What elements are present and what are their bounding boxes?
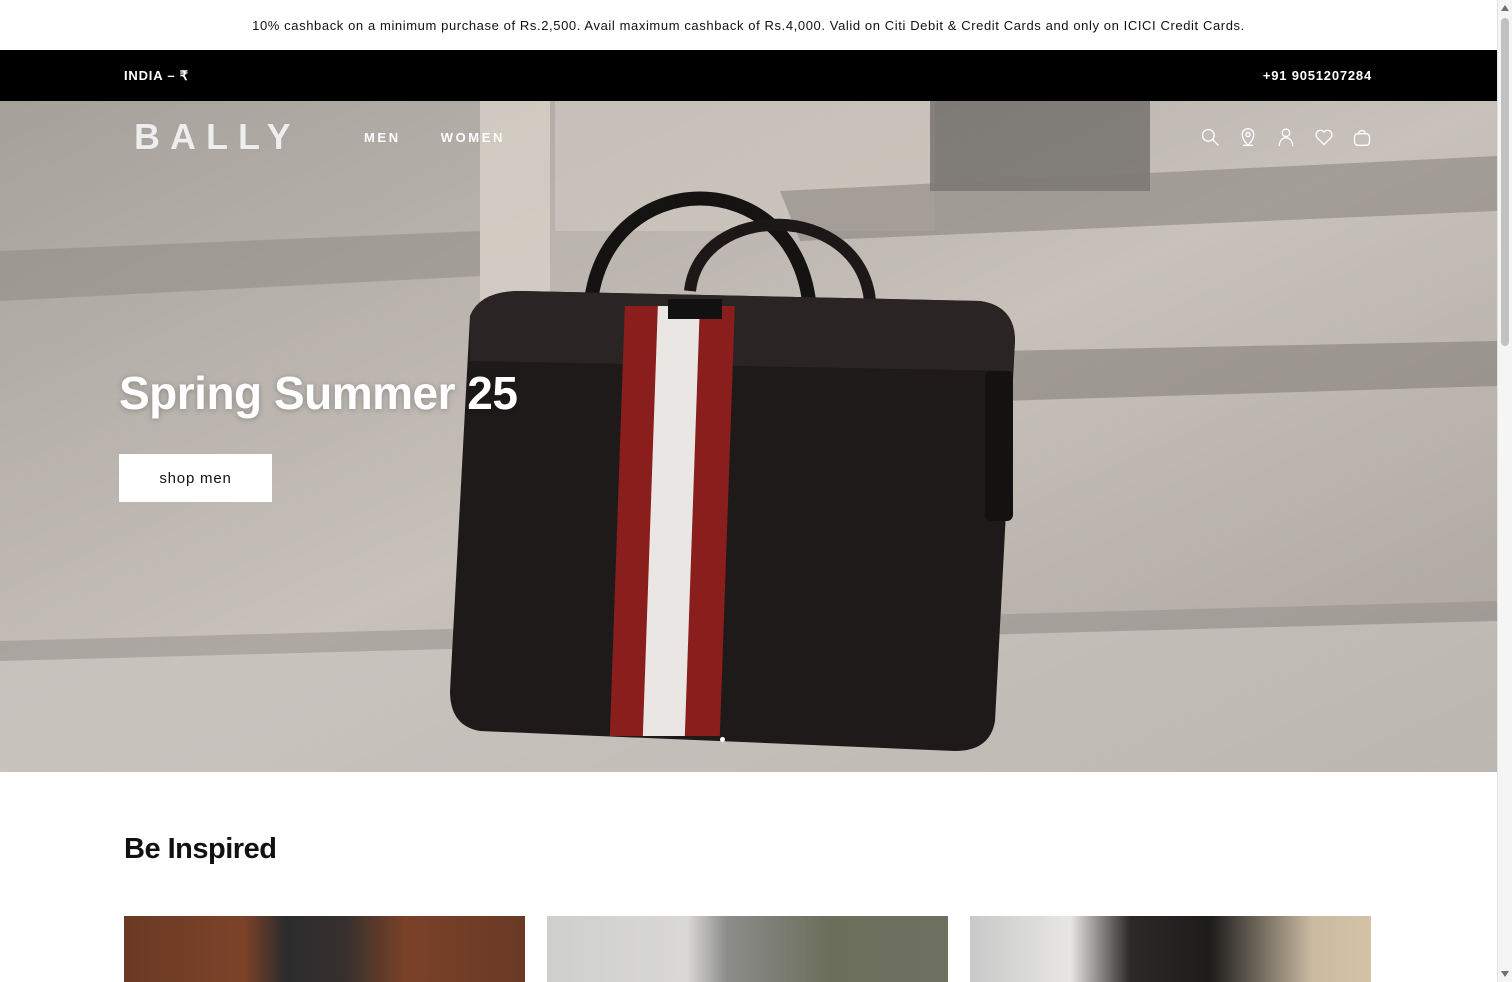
promo-text: 10% cashback on a minimum purchase of Rs… [252,17,1245,33]
section-title: Be Inspired [124,833,277,865]
hero-content: Spring Summer 25 shop men [119,366,518,502]
page: 10% cashback on a minimum purchase of Rs… [0,0,1497,982]
bag-icon[interactable] [1352,126,1372,148]
inspiration-tile[interactable] [124,916,525,982]
region-selector[interactable]: INDIA – ₹ [124,68,189,84]
hero-title: Spring Summer 25 [119,367,518,419]
inspiration-tile[interactable] [547,916,948,982]
inspiration-tile[interactable] [970,916,1371,982]
nav-link-women[interactable]: WOMEN [441,130,505,145]
carousel-dot[interactable] [720,737,725,742]
page-scrollbar[interactable] [1497,0,1512,982]
phone-number[interactable]: +91 9051207284 [1263,68,1372,83]
utility-bar: INDIA – ₹ +91 9051207284 [0,50,1497,101]
search-icon[interactable] [1200,126,1220,148]
nav-link-men[interactable]: MEN [364,130,401,145]
main-nav: BALLY MEN WOMEN [0,101,1497,173]
scroll-up-arrow-icon[interactable] [1501,5,1509,11]
shop-men-button[interactable]: shop men [119,454,272,502]
header-icons [1200,126,1372,148]
inspiration-tiles [124,916,1373,982]
scroll-thumb[interactable] [1501,18,1509,346]
bally-logo[interactable]: BALLY [134,116,306,158]
be-inspired-section: Be Inspired [0,833,1497,982]
store-locator-icon[interactable] [1238,126,1258,148]
hero-banner: BALLY MEN WOMEN Spring Summer 25 shop me… [0,101,1497,772]
promo-banner: 10% cashback on a minimum purchase of Rs… [0,0,1497,50]
scroll-down-arrow-icon[interactable] [1501,971,1509,977]
wishlist-icon[interactable] [1314,126,1334,148]
nav-links: MEN WOMEN [364,130,505,145]
account-icon[interactable] [1276,126,1296,148]
